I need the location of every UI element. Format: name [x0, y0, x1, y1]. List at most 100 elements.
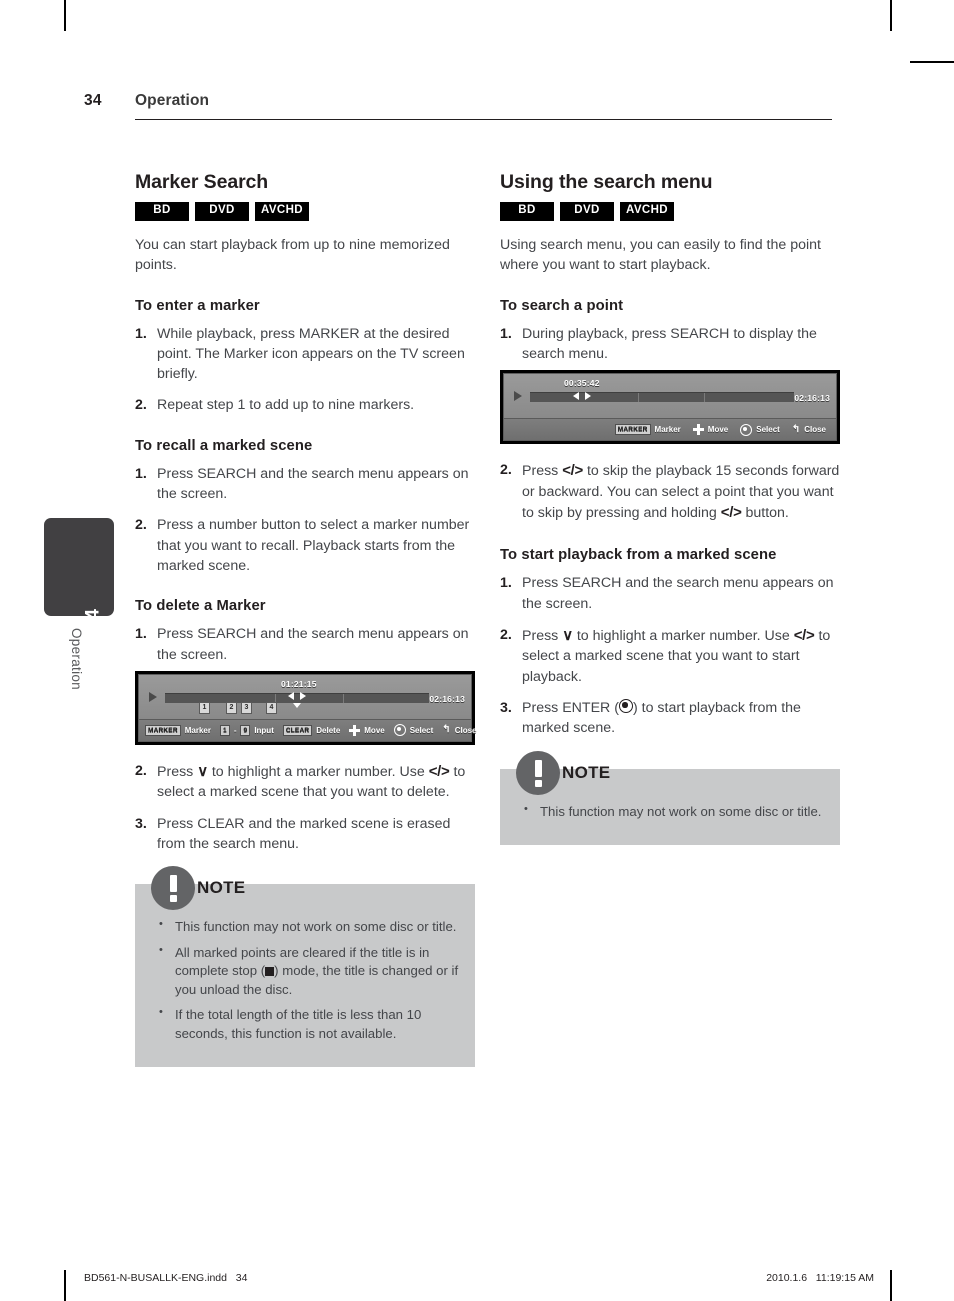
footer-filename: BD561-N-BUSALLK-ENG.indd 34 [84, 1272, 248, 1284]
subsection-delete-marker: To delete a Marker [135, 598, 266, 615]
play-icon [514, 391, 522, 402]
step-text-part3: button. [741, 504, 789, 521]
step-text-part2: to highlight a marker number. Use [572, 627, 794, 644]
note-items-right: This function may not work on some disc … [520, 801, 824, 821]
toolbar-label: Close [804, 425, 826, 435]
steps-start-playback: 1. Press SEARCH and the search menu appe… [500, 573, 840, 738]
position-caret-icon [293, 702, 301, 708]
step-text: Press SEARCH and the search menu appears… [157, 626, 469, 663]
list-item: 2. Press a number button to select a mar… [135, 515, 475, 576]
note-title: NOTE [562, 762, 611, 782]
marker-chip: 4 [266, 701, 277, 714]
left-right-arrow-key-icon: </> [562, 462, 584, 480]
return-icon: ↰ [791, 423, 801, 435]
number-key-icon: 1 [219, 724, 230, 736]
total-time: 02:16:13 [794, 393, 830, 404]
note-items-left: This function may not work on some disc … [155, 917, 459, 1043]
dpad-icon [692, 424, 704, 436]
enter-circle-icon [393, 724, 406, 737]
number-key-icon: 9 [240, 724, 251, 736]
chapter-number: 4 [83, 609, 104, 620]
subsection-recall-scene: To recall a marked scene [135, 437, 313, 454]
steps-search-point-part2: 2. Press </> to skip the playback 15 sec… [500, 460, 840, 523]
page-number: 34 [84, 92, 102, 109]
down-arrow-key-icon: ∨ [562, 626, 573, 644]
toolbar-label: Move [364, 725, 385, 735]
range-dash: - [233, 725, 237, 735]
toolbar-label: Move [707, 425, 729, 435]
dpad-icon [349, 724, 361, 736]
step-text: Press a number button to select a marker… [157, 517, 470, 574]
format-badges-right: BD DVD AVCHD [500, 202, 840, 221]
toolbar-item-move: Move [692, 424, 729, 436]
badge-bd: BD [135, 202, 189, 221]
current-time: 00:35:42 [564, 378, 600, 389]
badge-bd: BD [500, 202, 554, 221]
badge-avchd: AVCHD [620, 202, 674, 221]
progress-tick [343, 693, 344, 703]
step-text-part1: Press ENTER ( [522, 699, 619, 716]
format-badges-left: BD DVD AVCHD [135, 202, 475, 221]
list-item: 1. Press SEARCH and the search menu appe… [500, 573, 840, 614]
osd-progress-area: 00:35:42 02:16:13 [504, 374, 836, 419]
total-time: 02:16:13 [429, 693, 465, 704]
step-number: 1. [135, 626, 147, 643]
list-item: 2. Press ∨ to highlight a marker number.… [135, 761, 475, 803]
left-right-arrow-key-icon: </> [428, 762, 450, 780]
left-right-arrow-key-icon: </> [720, 503, 742, 521]
note-box-right: NOTE This function may not work on some … [500, 750, 840, 845]
section-title-right: Using the search menu [500, 171, 713, 193]
list-item: 2. Press ∨ to highlight a marker number.… [500, 625, 840, 687]
subsection-start-playback: To start playback from a marked scene [500, 547, 777, 564]
step-text: Press CLEAR and the marked scene is eras… [157, 815, 451, 852]
crop-mark-top-left [64, 0, 66, 31]
right-column: Using the search menu BD DVD AVCHD Using… [500, 171, 840, 845]
footer-timestamp: 2010.1.6 11:19:15 AM [766, 1272, 874, 1284]
badge-dvd: DVD [560, 202, 614, 221]
list-item: 1. While playback, press MARKER at the d… [135, 324, 475, 385]
osd-screenshot-marker-search: 01:21:15 02:16:13 1 2 3 4 MARKER Marker [135, 670, 476, 745]
cursor-left-arrow-icon [288, 692, 294, 701]
progress-tick [704, 393, 705, 403]
toolbar-item-move: Move [349, 724, 385, 736]
osd-toolbar: MARKER Marker 1 - 9 Input CLEAR Delete M… [139, 718, 476, 741]
header-chapter-title: Operation [135, 92, 210, 109]
steps-enter-marker: 1. While playback, press MARKER at the d… [135, 324, 475, 416]
list-item: 2. Repeat step 1 to add up to nine marke… [135, 395, 475, 415]
intro-paragraph-left: You can start playback from up to nine m… [135, 236, 450, 274]
toolbar-item-input: 1 - 9 Input [219, 724, 274, 736]
steps-delete-marker-part2: 2. Press ∨ to highlight a marker number.… [135, 761, 475, 854]
step-number: 2. [500, 462, 512, 479]
marker-key-icon: MARKER [145, 724, 181, 736]
list-item: 1. Press SEARCH and the search menu appe… [135, 464, 475, 505]
chapter-tab: 4 [44, 518, 114, 620]
badge-dvd: DVD [195, 202, 249, 221]
list-item: 2. Press </> to skip the playback 15 sec… [500, 460, 840, 523]
progress-bar [530, 392, 794, 403]
marker-chip: 2 [226, 701, 237, 714]
clear-key-icon: CLEAR [282, 724, 313, 736]
step-text-part1: Press [157, 763, 198, 780]
position-cursor [573, 389, 591, 402]
toolbar-label: Input [254, 725, 274, 735]
exclamation-icon [151, 866, 195, 911]
note-badge: NOTE [151, 866, 245, 911]
step-number: 2. [135, 517, 147, 534]
toolbar-label: Select [756, 425, 780, 435]
step-text-part2: to highlight a marker number. Use [207, 763, 429, 780]
step-text: Press SEARCH and the search menu appears… [522, 575, 834, 612]
crop-mark-bottom-left [64, 1270, 66, 1301]
stop-icon [265, 966, 275, 976]
step-text: During playback, press SEARCH to display… [522, 325, 817, 362]
badge-avchd: AVCHD [255, 202, 309, 221]
page-title: Marker Search [135, 171, 269, 193]
footer: BD561-N-BUSALLK-ENG.indd 34 2010.1.6 11:… [84, 1272, 874, 1288]
marker-chip: 3 [241, 701, 252, 714]
marker-number-row: 1 2 3 4 [199, 701, 277, 714]
toolbar-item-select: Select [740, 423, 780, 436]
toolbar-label: Close [454, 725, 477, 735]
subsection-enter-marker: To enter a marker [135, 297, 260, 314]
list-item: 1. During playback, press SEARCH to disp… [500, 324, 840, 365]
step-text: Repeat step 1 to add up to nine markers. [157, 397, 415, 414]
subsection-search-point: To search a point [500, 297, 624, 314]
